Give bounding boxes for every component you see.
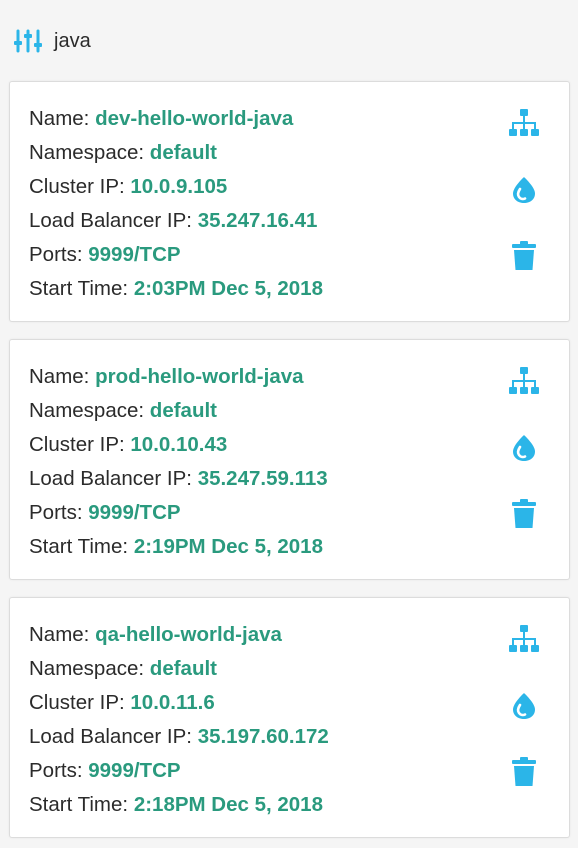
lb-ip-row: Load Balancer IP: 35.247.16.41 (29, 204, 323, 238)
cluster-ip-label: Cluster IP: (29, 175, 125, 198)
namespace-label: Namespace: (29, 399, 145, 422)
trash-icon (512, 499, 536, 528)
topology-button[interactable] (507, 622, 541, 656)
droplet-button[interactable] (507, 689, 541, 723)
cluster-ip-label: Cluster IP: (29, 433, 125, 456)
topology-icon (509, 367, 539, 394)
droplet-icon (513, 177, 535, 203)
cluster-ip-value: 10.0.9.105 (130, 175, 228, 198)
lb-ip-value: 35.247.16.41 (197, 209, 318, 232)
ports-row: Ports: 9999/TCP (29, 754, 329, 788)
topology-button[interactable] (507, 364, 541, 398)
droplet-button[interactable] (507, 431, 541, 465)
lb-ip-label: Load Balancer IP: (29, 209, 192, 232)
topology-icon (509, 625, 539, 652)
start-time-value: 2:18PM Dec 5, 2018 (133, 793, 323, 816)
service-card: Name: qa-hello-world-java Namespace: def… (9, 597, 570, 838)
name-value: prod-hello-world-java (95, 365, 304, 388)
name-value: dev-hello-world-java (95, 107, 294, 130)
service-card: Name: prod-hello-world-java Namespace: d… (9, 339, 570, 580)
filter-bar: java (14, 26, 91, 56)
name-row: Name: prod-hello-world-java (29, 360, 328, 394)
lb-ip-row: Load Balancer IP: 35.197.60.172 (29, 720, 329, 754)
delete-button[interactable] (507, 755, 541, 789)
service-details: Name: qa-hello-world-java Namespace: def… (29, 618, 329, 822)
sliders-icon[interactable] (14, 28, 42, 54)
delete-button[interactable] (507, 239, 541, 273)
ports-row: Ports: 9999/TCP (29, 496, 328, 530)
start-time-value: 2:03PM Dec 5, 2018 (133, 277, 323, 300)
namespace-value: default (149, 399, 217, 422)
namespace-label: Namespace: (29, 141, 145, 164)
namespace-value: default (149, 141, 217, 164)
cluster-ip-value: 10.0.11.6 (130, 691, 215, 714)
filter-text[interactable]: java (54, 30, 91, 53)
cluster-ip-value: 10.0.10.43 (130, 433, 228, 456)
name-row: Name: dev-hello-world-java (29, 102, 323, 136)
namespace-row: Namespace: default (29, 136, 323, 170)
droplet-icon (513, 693, 535, 719)
start-time-label: Start Time: (29, 793, 129, 816)
lb-ip-value: 35.247.59.113 (197, 467, 328, 490)
start-time-row: Start Time: 2:19PM Dec 5, 2018 (29, 530, 328, 564)
start-time-row: Start Time: 2:18PM Dec 5, 2018 (29, 788, 329, 822)
trash-icon (512, 757, 536, 786)
ports-label: Ports: (29, 243, 83, 266)
ports-value: 9999/TCP (88, 759, 181, 782)
topology-button[interactable] (507, 106, 541, 140)
start-time-label: Start Time: (29, 535, 129, 558)
ports-label: Ports: (29, 501, 83, 524)
service-details: Name: dev-hello-world-java Namespace: de… (29, 102, 323, 306)
cluster-ip-row: Cluster IP: 10.0.9.105 (29, 170, 323, 204)
lb-ip-value: 35.197.60.172 (197, 725, 329, 748)
lb-ip-row: Load Balancer IP: 35.247.59.113 (29, 462, 328, 496)
service-details: Name: prod-hello-world-java Namespace: d… (29, 360, 328, 564)
cluster-ip-row: Cluster IP: 10.0.11.6 (29, 686, 329, 720)
trash-icon (512, 241, 536, 270)
droplet-button[interactable] (507, 173, 541, 207)
namespace-row: Namespace: default (29, 394, 328, 428)
lb-ip-label: Load Balancer IP: (29, 467, 192, 490)
ports-row: Ports: 9999/TCP (29, 238, 323, 272)
ports-value: 9999/TCP (88, 243, 181, 266)
start-time-row: Start Time: 2:03PM Dec 5, 2018 (29, 272, 323, 306)
ports-label: Ports: (29, 759, 83, 782)
topology-icon (509, 109, 539, 136)
namespace-label: Namespace: (29, 657, 145, 680)
cluster-ip-label: Cluster IP: (29, 691, 125, 714)
namespace-value: default (149, 657, 217, 680)
ports-value: 9999/TCP (88, 501, 181, 524)
name-row: Name: qa-hello-world-java (29, 618, 329, 652)
service-card: Name: dev-hello-world-java Namespace: de… (9, 81, 570, 322)
start-time-value: 2:19PM Dec 5, 2018 (133, 535, 323, 558)
delete-button[interactable] (507, 497, 541, 531)
namespace-row: Namespace: default (29, 652, 329, 686)
name-label: Name: (29, 623, 90, 646)
name-value: qa-hello-world-java (95, 623, 282, 646)
start-time-label: Start Time: (29, 277, 129, 300)
name-label: Name: (29, 365, 90, 388)
droplet-icon (513, 435, 535, 461)
cluster-ip-row: Cluster IP: 10.0.10.43 (29, 428, 328, 462)
name-label: Name: (29, 107, 90, 130)
lb-ip-label: Load Balancer IP: (29, 725, 192, 748)
